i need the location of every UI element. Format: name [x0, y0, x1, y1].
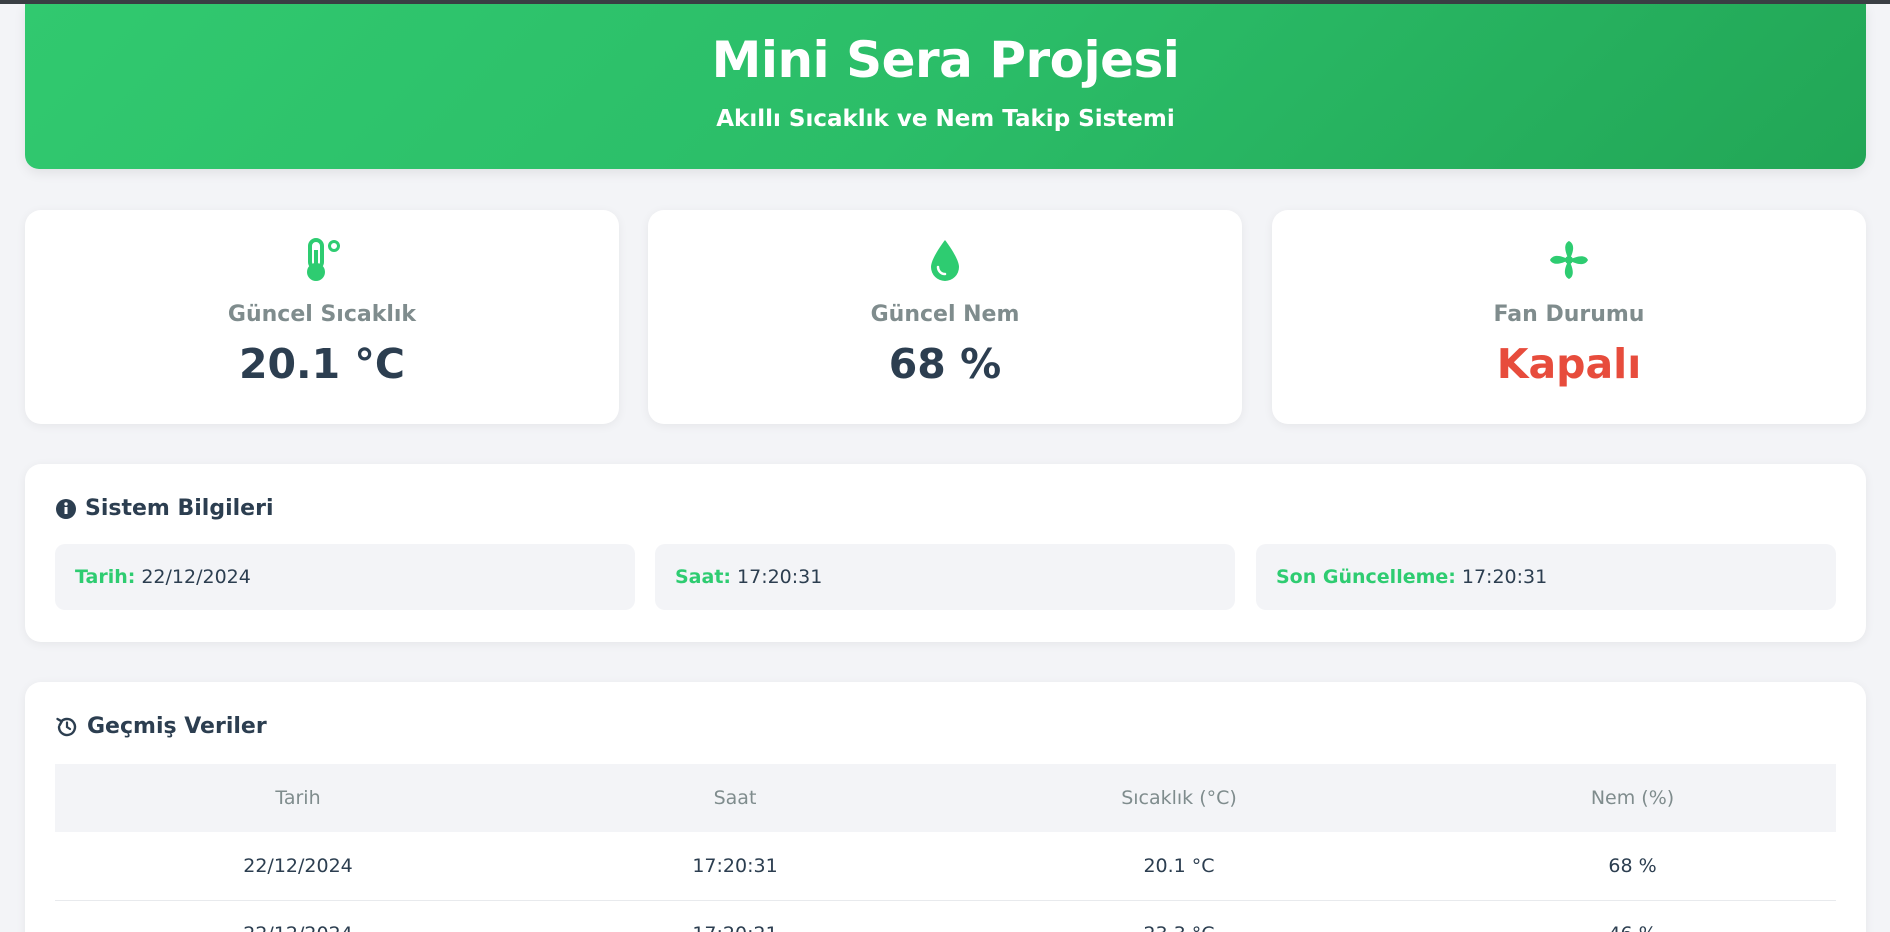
table-header-row: Tarih Saat Sıcaklık (°C) Nem (%): [55, 764, 1836, 832]
temperature-label: Güncel Sıcaklık: [227, 302, 417, 327]
column-header-temperature: Sıcaklık (°C): [929, 764, 1429, 832]
last-update-label: Son Güncelleme:: [1276, 566, 1456, 588]
system-info-heading: Sistem Bilgileri: [55, 496, 274, 521]
date-value: 22/12/2024: [141, 566, 251, 588]
row-date: 22/12/2024: [55, 832, 541, 901]
column-header-date: Tarih: [55, 764, 541, 832]
row-time: 17:20:21: [541, 900, 929, 932]
system-info-boxes: Tarih: 22/12/2024 Saat: 17:20:31 Son Gün…: [55, 544, 1836, 610]
row-humidity: 46 %: [1429, 900, 1836, 932]
fan-card: Fan Durumu Kapalı: [1272, 210, 1866, 424]
row-time: 17:20:31: [541, 832, 929, 901]
water-drop-icon: [931, 240, 959, 281]
last-update-info-box: Son Güncelleme: 17:20:31: [1256, 544, 1836, 610]
page-title: Mini Sera Projesi: [711, 31, 1180, 89]
time-label: Saat:: [675, 566, 732, 588]
humidity-label: Güncel Nem: [870, 302, 1020, 327]
history-table: Tarih Saat Sıcaklık (°C) Nem (%) 22/12/2…: [55, 764, 1836, 932]
last-update-value: 17:20:31: [1461, 566, 1548, 588]
history-title: Geçmiş Veriler: [87, 714, 267, 739]
history-heading: Geçmiş Veriler: [55, 714, 267, 739]
time-info-box: Saat: 17:20:31: [655, 544, 1235, 610]
info-icon: [56, 498, 76, 519]
date-label: Tarih:: [75, 566, 136, 588]
row-temperature: 20.1 °C: [929, 832, 1429, 901]
fan-status-value: Kapalı: [1496, 340, 1642, 388]
history-panel: Geçmiş Veriler Tarih Saat Sıcaklık (°C) …: [25, 682, 1866, 932]
row-temperature: 23.3 °C: [929, 900, 1429, 932]
status-cards: Güncel Sıcaklık 20.1 °C Güncel Nem 68 %: [25, 210, 1866, 424]
time-value: 17:20:31: [737, 566, 823, 588]
column-header-time: Saat: [541, 764, 929, 832]
row-humidity: 68 %: [1429, 832, 1836, 901]
system-info-title: Sistem Bilgileri: [85, 496, 274, 521]
temperature-card: Güncel Sıcaklık 20.1 °C: [25, 210, 619, 424]
thermometer-icon: [307, 238, 340, 281]
temperature-value: 20.1 °C: [238, 340, 406, 388]
fan-icon: [1550, 241, 1588, 279]
fan-label: Fan Durumu: [1493, 302, 1645, 327]
hero-header: Mini Sera Projesi Akıllı Sıcaklık ve Nem…: [25, 4, 1866, 169]
table-row: 22/12/2024 17:20:31 20.1 °C 68 %: [55, 832, 1836, 901]
date-info-box: Tarih: 22/12/2024: [55, 544, 635, 610]
humidity-card: Güncel Nem 68 %: [648, 210, 1242, 424]
page-subtitle: Akıllı Sıcaklık ve Nem Takip Sistemi: [716, 106, 1175, 132]
system-info-panel: Sistem Bilgileri Tarih: 22/12/2024 Saat:…: [25, 464, 1866, 642]
humidity-value: 68 %: [888, 340, 1002, 388]
column-header-humidity: Nem (%): [1429, 764, 1836, 832]
row-date: 22/12/2024: [55, 900, 541, 932]
table-row: 22/12/2024 17:20:21 23.3 °C 46 %: [55, 900, 1836, 932]
history-icon: [56, 717, 77, 736]
